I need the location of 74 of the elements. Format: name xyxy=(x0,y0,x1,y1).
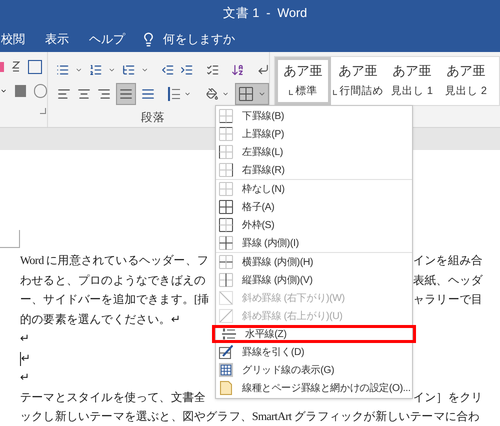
body-text: 的の要素を選んでください。↵ xyxy=(20,312,180,328)
bottom-border-icon xyxy=(219,109,233,123)
align-justify-button[interactable] xyxy=(116,83,136,106)
body-text: 表紙、ヘッダ xyxy=(413,274,483,289)
line-spacing-icon[interactable] xyxy=(168,87,180,102)
caret-icon[interactable] xyxy=(0,87,8,95)
menu-item[interactable]: 上罫線(P) xyxy=(216,125,412,143)
ribbon-tab[interactable]: 校閲 xyxy=(0,30,35,48)
multilevel-list-icon[interactable] xyxy=(122,62,136,77)
menu-item[interactable]: 外枠(S) xyxy=(216,216,412,234)
style-item[interactable]: あア亜 見出し 2 xyxy=(439,57,493,105)
menu-item[interactable]: 左罫線(L) xyxy=(216,143,412,161)
align-center-icon xyxy=(76,87,91,102)
menu-item[interactable]: 右罫線(R) xyxy=(216,161,412,179)
align-left-icon xyxy=(56,87,71,102)
style-item[interactable]: あア亜 見出し 1 xyxy=(385,57,439,105)
right-border-icon xyxy=(219,163,233,177)
menu-item[interactable]: 罫線を引く(D) xyxy=(216,343,412,361)
grid-icon xyxy=(219,362,233,378)
inside-borders-icon xyxy=(219,236,233,250)
all-borders-icon xyxy=(219,200,233,214)
body-text: テーマとスタイルを使って、文書全 xyxy=(20,390,206,406)
shading-icon[interactable] xyxy=(206,87,218,102)
style-item[interactable]: あア亜 標準 xyxy=(275,57,331,105)
menu-item[interactable]: 格子(A) xyxy=(216,198,412,216)
diagonal-up-border-icon xyxy=(219,309,233,323)
body-text: ー、サイドバーを追加できます。[挿 xyxy=(20,292,210,308)
left-border-icon xyxy=(219,145,233,159)
lightbulb-icon xyxy=(141,32,156,46)
dialog-launcher-icon[interactable] xyxy=(40,108,46,114)
menu-item[interactable]: 水平線(Z) xyxy=(212,325,416,343)
tell-me-field[interactable]: 何をしますか xyxy=(163,30,235,48)
menu-item[interactable]: 横罫線 (内側)(H) xyxy=(216,253,412,271)
borders-button[interactable] xyxy=(235,83,269,106)
ribbon-tab[interactable]: ヘルプ xyxy=(79,30,135,48)
page-corner-mark xyxy=(0,230,20,248)
body-text: ックし新しいテーマを選ぶと、図やグラフ、SmartArt グラフィックが新しいテーマに合わ xyxy=(20,409,480,426)
style-item[interactable]: あア亜 行間詰め xyxy=(331,57,385,105)
body-text: イン］をクリ xyxy=(413,390,483,406)
diagonal-down-border-icon xyxy=(219,291,233,305)
align-right-icon xyxy=(96,87,111,102)
increase-indent-icon[interactable] xyxy=(180,62,194,77)
menu-item[interactable]: 枠なし(N) xyxy=(216,180,412,198)
body-text: Word に用意されているヘッダー、フ xyxy=(20,254,209,270)
inside-horizontal-border-icon xyxy=(219,255,233,269)
menu-item[interactable]: グリッド線の表示(G) xyxy=(216,361,412,379)
menu-item[interactable]: 下罫線(B) xyxy=(216,107,412,125)
sort-icon[interactable] xyxy=(231,62,245,77)
character-border-icon[interactable] xyxy=(28,60,42,74)
page-icon xyxy=(220,381,232,395)
align-distribute-icon xyxy=(140,87,155,102)
align-justify-icon xyxy=(118,87,133,102)
window-title: 文書 1 - Word xyxy=(222,4,308,22)
ribbon-tab[interactable]: 表示 xyxy=(35,30,79,48)
body-text: ャラリーで目 xyxy=(413,293,483,308)
body-text: ↵ xyxy=(20,332,30,348)
inside-vertical-border-icon xyxy=(219,273,233,287)
group-label: 段落 xyxy=(141,110,165,126)
menu-item[interactable]: 縦罫線 (内側)(V) xyxy=(216,271,412,289)
decrease-indent-icon[interactable] xyxy=(161,62,174,77)
borders-icon xyxy=(239,87,253,102)
horizontal-line-icon xyxy=(222,327,236,341)
body-text: ↵ xyxy=(20,371,30,386)
outside-borders-icon xyxy=(219,218,233,232)
body-text: ↵ xyxy=(21,352,31,367)
menu-item[interactable]: 線種とページ罫線と網かけの設定(O)... xyxy=(216,379,412,397)
menu-item[interactable]: 罫線 (内側)(I) xyxy=(216,234,412,252)
draw-table-icon xyxy=(219,345,233,359)
numbering-icon[interactable] xyxy=(89,62,102,77)
body-text: わせると、プロのようなできばえの xyxy=(20,273,206,289)
top-border-icon xyxy=(219,127,233,141)
no-border-icon xyxy=(219,182,233,196)
bullets-icon[interactable] xyxy=(56,62,70,77)
body-text: インを組み合 xyxy=(413,254,483,270)
